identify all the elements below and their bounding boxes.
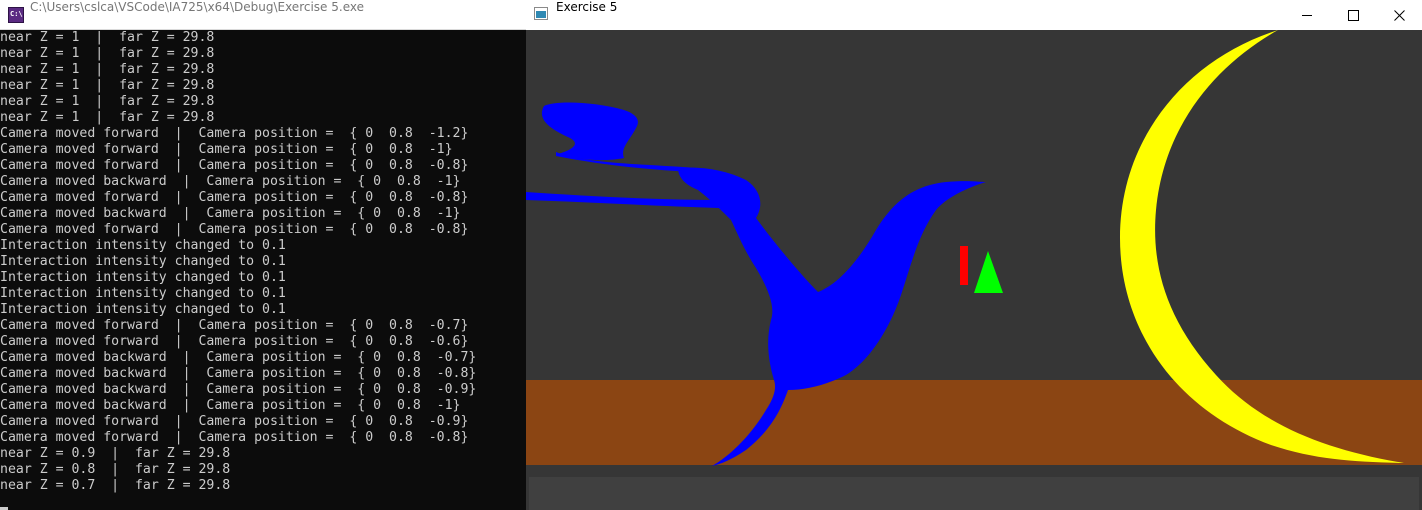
console-line: Camera moved backward | Camera position … [0, 382, 477, 397]
console-line: Camera moved forward | Camera position =… [0, 414, 469, 429]
console-line: Interaction intensity changed to 0.1 [0, 254, 286, 269]
console-line: Camera moved forward | Camera position =… [0, 318, 469, 333]
console-line: Camera moved forward | Camera position =… [0, 190, 469, 205]
window-app-icon [534, 7, 548, 20]
console-line: Camera moved backward | Camera position … [0, 350, 477, 365]
console-line: near Z = 1 | far Z = 29.8 [0, 62, 215, 77]
console-line: Interaction intensity changed to 0.1 [0, 270, 286, 285]
console-line: Camera moved forward | Camera position =… [0, 222, 469, 237]
console-title: C:\Users\cslca\VSCode\IA725\x64\Debug\Ex… [30, 0, 364, 14]
exercise-title: Exercise 5 [556, 0, 618, 14]
maximize-icon [1347, 9, 1359, 21]
console-line: near Z = 0.7 | far Z = 29.8 [0, 478, 231, 493]
console-app-icon: C:\ [8, 7, 24, 23]
console-line: Interaction intensity changed to 0.1 [0, 302, 286, 317]
console-line: near Z = 0.9 | far Z = 29.8 [0, 446, 231, 461]
maximize-button[interactable] [1330, 0, 1376, 30]
console-line: Camera moved backward | Camera position … [0, 398, 461, 413]
console-line: Camera moved backward | Camera position … [0, 366, 477, 381]
console-line: near Z = 1 | far Z = 29.8 [0, 110, 215, 125]
console-titlebar[interactable]: C:\ C:\Users\cslca\VSCode\IA725\x64\Debu… [0, 0, 526, 30]
minimize-icon [1302, 14, 1312, 16]
console-line: Interaction intensity changed to 0.1 [0, 238, 286, 253]
exercise-titlebar[interactable]: Exercise 5 [526, 0, 1422, 30]
console-icon-label: C:\ [10, 10, 23, 18]
console-line: Camera moved forward | Camera position =… [0, 126, 469, 141]
console-line: Interaction intensity changed to 0.1 [0, 286, 286, 301]
red-bar [960, 246, 968, 285]
console-window[interactable]: C:\ C:\Users\cslca\VSCode\IA725\x64\Debu… [0, 0, 526, 510]
console-line: Camera moved forward | Camera position =… [0, 334, 469, 349]
console-line: Camera moved forward | Camera position =… [0, 430, 469, 445]
opengl-canvas[interactable] [526, 30, 1422, 510]
console-line: near Z = 1 | far Z = 29.8 [0, 46, 215, 61]
floor-plane [526, 380, 1422, 465]
console-line: Camera moved forward | Camera position =… [0, 158, 469, 173]
close-button[interactable] [1376, 0, 1422, 30]
close-icon [1393, 9, 1405, 21]
console-line: Camera moved backward | Camera position … [0, 206, 461, 221]
bottom-panel [529, 477, 1419, 510]
console-line: Camera moved backward | Camera position … [0, 174, 461, 189]
console-line: Camera moved forward | Camera position =… [0, 142, 453, 157]
console-output[interactable]: near Z = 1 | far Z = 29.8 near Z = 1 | fa… [0, 30, 526, 510]
console-line: near Z = 0.8 | far Z = 29.8 [0, 462, 231, 477]
exercise-window[interactable]: Exercise 5 [526, 0, 1422, 510]
console-line: near Z = 1 | far Z = 29.8 [0, 30, 215, 45]
minimize-button[interactable] [1284, 0, 1330, 30]
console-line: near Z = 1 | far Z = 29.8 [0, 78, 215, 93]
console-line: near Z = 1 | far Z = 29.8 [0, 94, 215, 109]
